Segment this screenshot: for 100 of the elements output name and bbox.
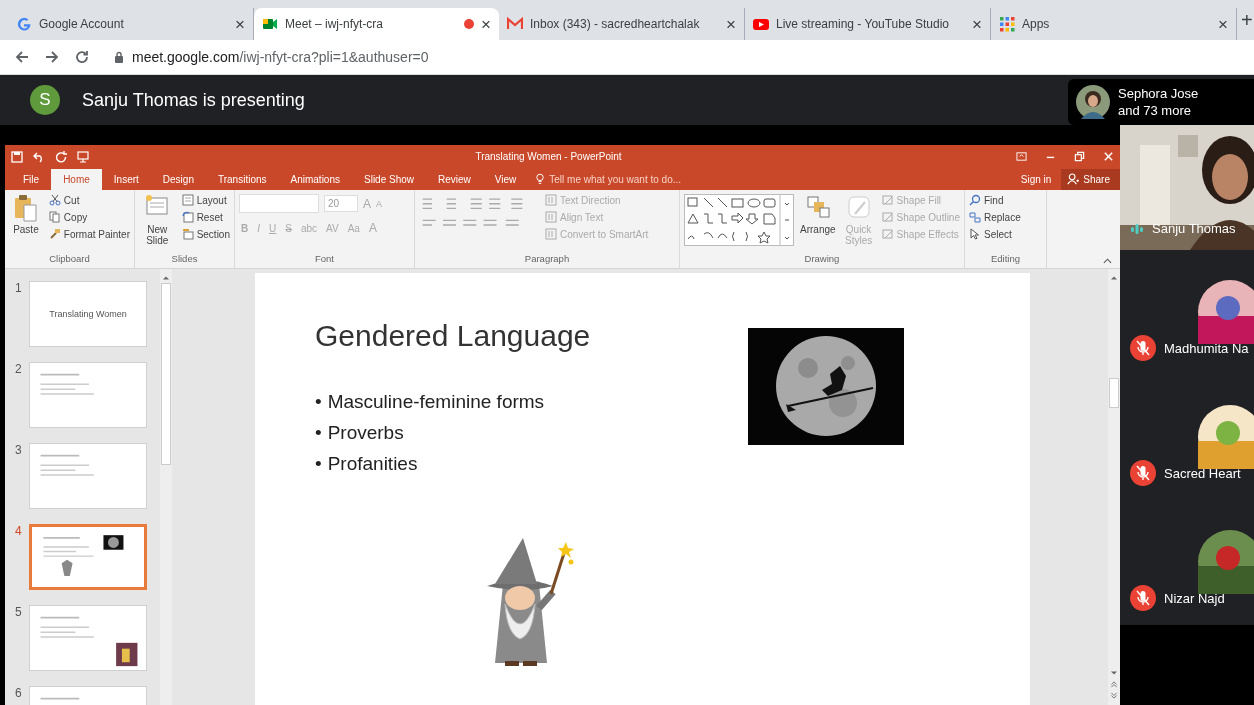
browser-tab[interactable]: Meet – iwj-nfyt-cra × (254, 8, 499, 40)
restore-icon[interactable] (1074, 151, 1085, 162)
participant-tile[interactable]: Sacred Heart (1120, 375, 1254, 500)
bullet-text: Proverbs (327, 422, 404, 444)
close-tab-button[interactable]: × (1218, 15, 1228, 33)
scrollbar[interactable] (1108, 269, 1120, 705)
layout-button[interactable]: Layout (181, 194, 230, 206)
search-icon (969, 194, 981, 206)
close-icon[interactable] (1103, 151, 1114, 162)
ribbon-tab[interactable]: Insert (101, 174, 151, 190)
ribbon-tab[interactable]: Review (426, 174, 483, 190)
participant-tile[interactable]: Nizar Najd (1120, 500, 1254, 625)
shape-format-icon (881, 228, 894, 240)
font-name-field[interactable] (239, 194, 319, 213)
slide-number: 6 (15, 686, 23, 700)
close-tab-button[interactable]: × (972, 15, 982, 33)
lightbulb-icon (536, 173, 545, 185)
slide-thumbnail[interactable] (29, 362, 147, 428)
group-label: Slides (170, 253, 199, 266)
group-label: Paragraph (523, 253, 571, 266)
close-tab-button[interactable]: × (481, 15, 491, 33)
ribbon-tab[interactable]: Transitions (205, 174, 279, 190)
scroll-thumb[interactable] (161, 283, 171, 465)
new-slide-button[interactable]: New Slide (139, 194, 176, 246)
slide-title: Gendered Language (315, 319, 591, 353)
group-label: Editing (989, 253, 1022, 266)
back-arrow-icon[interactable] (14, 49, 30, 65)
play-icon (753, 16, 769, 32)
cut-button[interactable]: Cut (48, 194, 130, 206)
participant-tile[interactable]: Madhumita Na (1120, 250, 1254, 375)
bullet-text: Masculine-feminine forms (327, 391, 545, 413)
ribbon-tab[interactable]: View (482, 174, 529, 190)
reload-icon[interactable] (74, 49, 90, 65)
ribbon-tab[interactable]: Animations (278, 174, 352, 190)
save-icon[interactable] (11, 150, 23, 163)
pointer-icon (969, 228, 981, 240)
replace-button[interactable]: Replace (969, 211, 1021, 223)
tell-me-field[interactable]: Tell me what you want to do... (528, 173, 682, 190)
select-button[interactable]: Select (969, 228, 1021, 240)
group-label: Clipboard (48, 253, 91, 266)
forward-arrow-icon[interactable] (44, 49, 60, 65)
reset-button[interactable]: Reset (181, 211, 230, 223)
copy-icon (48, 211, 61, 223)
paintbrush-icon (48, 228, 61, 240)
section-button[interactable]: Section (181, 228, 230, 240)
bullet-text: Profanities (327, 453, 418, 475)
arrange-button[interactable]: Arrange (800, 194, 836, 235)
replace-icon (969, 211, 981, 223)
collapse-ribbon-icon[interactable] (1103, 258, 1112, 264)
scrollbar[interactable] (160, 269, 172, 705)
scroll-down-icon[interactable] (1110, 670, 1118, 677)
ribbon-display-icon[interactable] (1016, 151, 1027, 162)
paste-button[interactable]: Paste (9, 194, 43, 235)
scroll-thumb[interactable] (1109, 378, 1119, 408)
new-tab-button[interactable]: + (1241, 10, 1253, 30)
close-tab-button[interactable]: × (726, 15, 736, 33)
participant-name: Madhumita Na (1164, 340, 1249, 356)
person-icon (1067, 173, 1080, 185)
bullet-marker: • (315, 453, 322, 475)
previous-slide-icon[interactable] (1110, 681, 1118, 688)
format-painter-button[interactable]: Format Painter (48, 228, 130, 240)
participants-chip[interactable]: Sephora Jose and 73 more (1068, 79, 1254, 125)
share-button[interactable]: Share (1061, 169, 1120, 190)
slide-number: 3 (15, 443, 23, 457)
ribbon-tab[interactable]: Design (150, 174, 206, 190)
slide-thumbnail[interactable] (29, 605, 147, 671)
redo-icon[interactable] (55, 150, 67, 163)
group-label: Drawing (803, 253, 841, 266)
sign-in-link[interactable]: Sign in (1010, 174, 1062, 190)
close-tab-button[interactable]: × (235, 15, 245, 33)
address-field[interactable]: meet.google.com/iwj-nfyt-cra?pli=1&authuser=0 (104, 49, 429, 65)
shape-format-icon (881, 194, 894, 206)
find-button[interactable]: Find (969, 194, 1021, 206)
slide-thumbnail[interactable]: Translating Women (29, 281, 147, 347)
scissors-icon (48, 194, 61, 206)
presenting-label: Sanju Thomas is presenting (82, 89, 305, 111)
scroll-up-icon[interactable] (162, 274, 170, 281)
clipboard-icon (13, 194, 38, 222)
video-camera-icon (262, 16, 278, 32)
reset-icon (181, 211, 194, 223)
layout-icon (181, 194, 194, 206)
bullet-marker: • (315, 422, 322, 444)
shape-format-icon (881, 211, 894, 223)
text-layout-icon (545, 228, 557, 240)
shapes-gallery[interactable] (684, 194, 794, 246)
slide-thumbnail[interactable] (29, 443, 147, 509)
text-layout-icon (545, 194, 557, 206)
section-icon (181, 228, 194, 240)
slide-thumbnail[interactable] (29, 524, 147, 590)
window-title: Translating Women - PowerPoint (474, 151, 623, 162)
next-slide-icon[interactable] (1110, 692, 1118, 699)
slide-number: 2 (15, 362, 23, 376)
ribbon-tab[interactable]: File (11, 174, 52, 190)
ribbon-tab[interactable]: Slide Show (352, 174, 426, 190)
ribbon-tab[interactable]: Home (51, 169, 102, 190)
undo-icon[interactable] (33, 150, 45, 163)
copy-button[interactable]: Copy (48, 211, 130, 223)
scroll-up-icon[interactable] (1110, 274, 1118, 281)
bullet-marker: • (315, 391, 322, 413)
presenter-icon[interactable] (77, 150, 89, 163)
